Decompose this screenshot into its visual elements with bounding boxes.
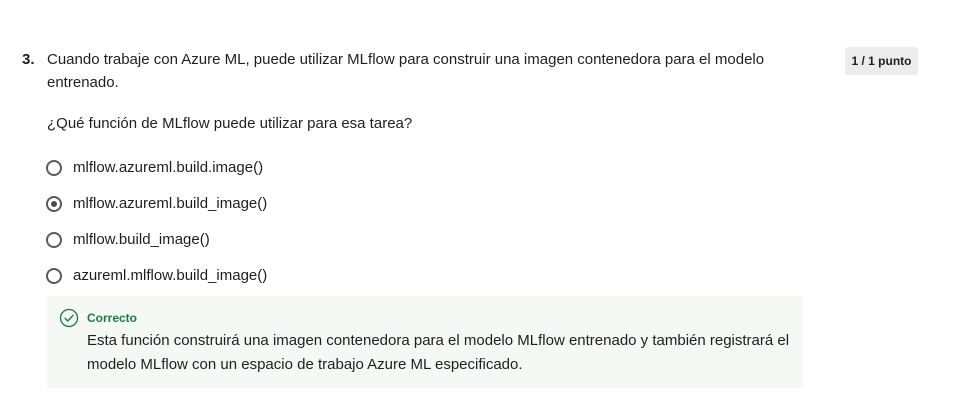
question-number: 3.: [22, 51, 35, 68]
quiz-question-card: 3. Cuando trabaje con Azure ML, puede ut…: [0, 0, 957, 420]
answer-option[interactable]: mlflow.azureml.build_image(): [46, 186, 546, 222]
question-subtext: ¿Qué función de MLflow puede utilizar pa…: [47, 115, 413, 132]
points-badge: 1 / 1 punto: [845, 47, 918, 75]
answer-option-label: azureml.mlflow.build_image(): [73, 267, 268, 284]
feedback-status: Correcto: [87, 311, 138, 325]
question-text: Cuando trabaje con Azure ML, puede utili…: [47, 51, 765, 91]
answer-option[interactable]: azureml.mlflow.build_image(): [46, 258, 546, 294]
answer-option-label: mlflow.azureml.build.image(): [73, 159, 264, 176]
radio-button[interactable]: [46, 160, 62, 176]
feedback-explanation: Esta función construirá una imagen conte…: [87, 332, 790, 373]
answer-options: mlflow.azureml.build.image() mlflow.azur…: [46, 150, 546, 294]
answer-option-label: mlflow.build_image(): [73, 231, 210, 248]
radio-button[interactable]: [46, 232, 62, 248]
answer-option[interactable]: mlflow.build_image(): [46, 222, 546, 258]
radio-button[interactable]: [46, 268, 62, 284]
feedback-panel: Correcto Esta función construirá una ima…: [47, 296, 803, 388]
check-circle-icon: [59, 308, 79, 328]
answer-option-label: mlflow.azureml.build_image(): [73, 195, 268, 212]
answer-option[interactable]: mlflow.azureml.build.image(): [46, 150, 546, 186]
radio-button-selected[interactable]: [46, 196, 62, 212]
